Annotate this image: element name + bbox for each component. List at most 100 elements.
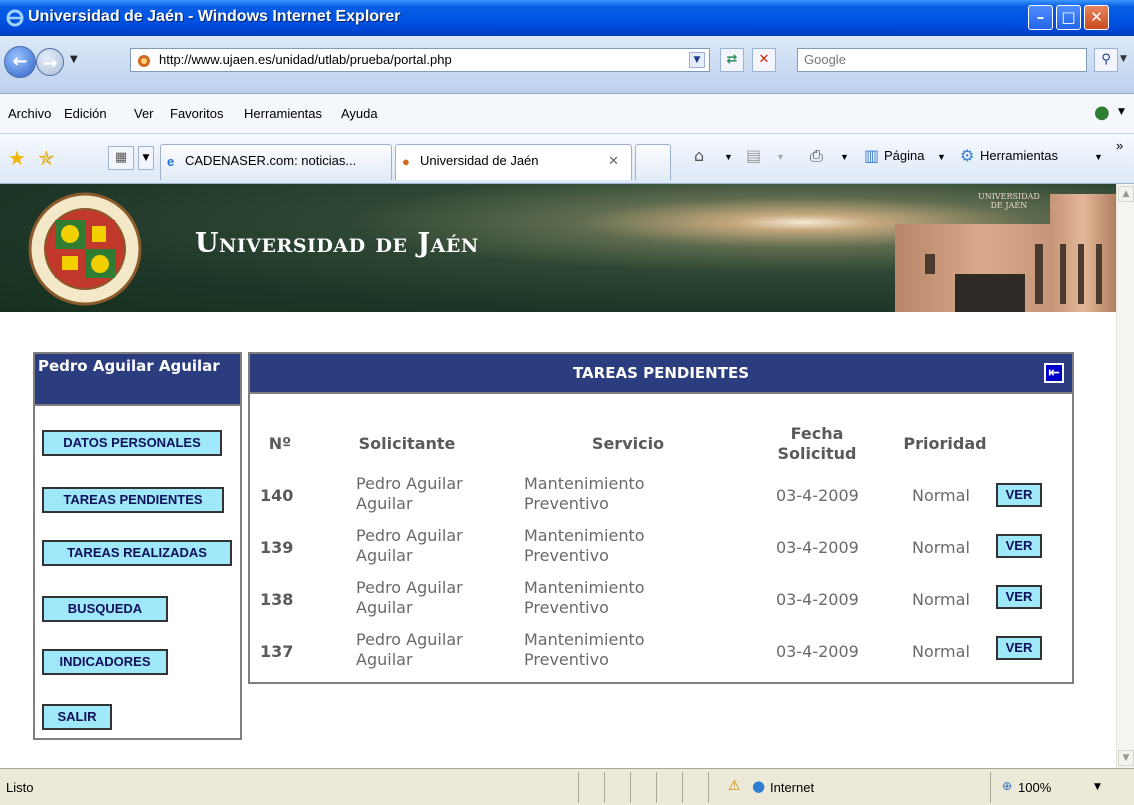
zoom-level[interactable]: 100% bbox=[1018, 780, 1051, 795]
address-toolbar: ← → ▼ http://www.ujaen.es/unidad/utlab/p… bbox=[0, 36, 1134, 94]
tools-gear-icon[interactable]: ⚙ bbox=[960, 146, 974, 165]
divider bbox=[682, 772, 683, 803]
add-favorites-icon[interactable]: ✯ bbox=[38, 146, 55, 170]
status-bar: Listo ⚠ ● Internet ⊕ 100% ▼ bbox=[0, 768, 1134, 805]
divider bbox=[35, 404, 240, 406]
minimize-button[interactable]: – bbox=[1028, 5, 1053, 30]
tab-toolbar: ★ ✯ ▦ ▼ e CADENASER.com: noticias... ● U… bbox=[0, 134, 1134, 184]
menu-edicion[interactable]: Edición bbox=[64, 106, 107, 121]
column-header-fecha: Fecha Solicitud bbox=[777, 424, 857, 463]
row-prioridad: Normal bbox=[912, 642, 970, 661]
zoom-dropdown-icon[interactable]: ▼ bbox=[1094, 782, 1101, 792]
datos-personales-button[interactable]: DATOS PERSONALES bbox=[42, 430, 222, 456]
site-favicon: ● bbox=[402, 154, 410, 169]
zoom-magnifier-icon: ⊕ bbox=[1002, 779, 1013, 793]
row-servicio: Mantenimiento Preventivo bbox=[524, 526, 645, 565]
indicadores-button[interactable]: INDICADORES bbox=[42, 649, 168, 675]
tab-universidad-jaen[interactable]: ● Universidad de Jaén ✕ bbox=[395, 144, 632, 180]
feeds-dropdown-icon[interactable]: ▼ bbox=[776, 152, 785, 162]
close-tab-icon[interactable]: ✕ bbox=[608, 153, 619, 169]
tab-label: Universidad de Jaén bbox=[420, 153, 539, 168]
search-icon[interactable]: ⚲ bbox=[1094, 48, 1118, 72]
security-zone-label: Internet bbox=[770, 780, 815, 795]
building-tower bbox=[1050, 194, 1116, 312]
busqueda-button[interactable]: BUSQUEDA bbox=[42, 596, 168, 622]
address-bar[interactable]: http://www.ujaen.es/unidad/utlab/prueba/… bbox=[130, 48, 710, 72]
quick-tabs-icon[interactable]: ▦ bbox=[108, 146, 134, 170]
stop-icon[interactable]: ✕ bbox=[752, 48, 776, 72]
page-dropdown-icon[interactable]: ▼ bbox=[937, 152, 946, 162]
feeds-icon[interactable]: ▤ bbox=[746, 146, 761, 165]
row-fecha: 03-4-2009 bbox=[776, 538, 859, 557]
addons-dropdown-icon[interactable]: ▼ bbox=[1118, 107, 1125, 117]
url-text[interactable]: http://www.ujaen.es/unidad/utlab/prueba/… bbox=[159, 52, 452, 67]
ver-button[interactable]: VER bbox=[996, 534, 1042, 558]
row-solicitante: Pedro Aguilar Aguilar bbox=[356, 578, 463, 617]
ver-button[interactable]: VER bbox=[996, 585, 1042, 609]
tareas-realizadas-button[interactable]: TAREAS REALIZADAS bbox=[42, 540, 232, 566]
ver-button[interactable]: VER bbox=[996, 636, 1042, 660]
divider bbox=[578, 772, 579, 803]
divider bbox=[630, 772, 631, 803]
row-prioridad: Normal bbox=[912, 486, 970, 505]
refresh-icon[interactable]: ⇄ bbox=[720, 48, 744, 72]
internet-explorer-icon bbox=[6, 9, 24, 27]
home-dropdown-icon[interactable]: ▼ bbox=[724, 152, 733, 162]
page-menu[interactable]: Página bbox=[884, 148, 924, 163]
tab-cadenaser[interactable]: e CADENASER.com: noticias... bbox=[160, 144, 392, 180]
window-title: Universidad de Jaén - Windows Internet E… bbox=[28, 8, 401, 25]
tools-menu[interactable]: Herramientas bbox=[980, 148, 1058, 163]
row-solicitante: Pedro Aguilar Aguilar bbox=[356, 630, 463, 669]
university-banner: Universidad de Jaén UNIVERSIDAD DE JAÉN bbox=[0, 184, 1116, 312]
address-dropdown-icon[interactable]: ▼ bbox=[689, 52, 705, 68]
divider bbox=[250, 392, 1072, 394]
tareas-pendientes-button[interactable]: TAREAS PENDIENTES bbox=[42, 487, 224, 513]
page-content: Universidad de Jaén UNIVERSIDAD DE JAÉN … bbox=[0, 184, 1116, 768]
menu-ayuda[interactable]: Ayuda bbox=[341, 106, 378, 121]
menu-bar: Archivo Edición Ver Favoritos Herramient… bbox=[0, 94, 1134, 134]
building-sign-text: UNIVERSIDAD DE JAÉN bbox=[978, 192, 1040, 210]
search-input[interactable]: Google bbox=[797, 48, 1087, 72]
sidebar-menu: Pedro Aguilar Aguilar DATOS PERSONALES T… bbox=[33, 352, 242, 740]
new-tab-button[interactable] bbox=[635, 144, 671, 180]
divider bbox=[604, 772, 605, 803]
favorites-center-icon[interactable]: ★ bbox=[8, 146, 26, 170]
row-solicitante: Pedro Aguilar Aguilar bbox=[356, 526, 463, 565]
forward-button[interactable]: → bbox=[36, 48, 64, 76]
toolbar-addons-icon[interactable]: ● bbox=[1094, 102, 1110, 123]
row-servicio: Mantenimiento Preventivo bbox=[524, 578, 645, 617]
page-icon[interactable]: ▥ bbox=[864, 146, 879, 165]
tab-list-dropdown-icon[interactable]: ▼ bbox=[138, 146, 154, 170]
row-fecha: 03-4-2009 bbox=[776, 642, 859, 661]
window-title-bar[interactable]: Universidad de Jaén - Windows Internet E… bbox=[0, 0, 1134, 36]
maximize-button[interactable]: □ bbox=[1056, 5, 1081, 30]
column-header-servicio: Servicio bbox=[591, 434, 665, 453]
home-icon[interactable]: ⌂ bbox=[694, 146, 704, 165]
print-icon[interactable]: ⎙ bbox=[810, 146, 823, 166]
menu-ver[interactable]: Ver bbox=[134, 106, 154, 121]
back-arrow-icon[interactable]: ⇤ bbox=[1044, 363, 1064, 383]
row-prioridad: Normal bbox=[912, 590, 970, 609]
university-name: Universidad de Jaén bbox=[195, 228, 479, 259]
back-button[interactable]: ← bbox=[4, 46, 36, 78]
recent-pages-dropdown-icon[interactable]: ▼ bbox=[70, 54, 78, 65]
popup-blocker-icon[interactable]: ⚠ bbox=[728, 778, 741, 794]
tasks-panel: TAREAS PENDIENTES ⇤ Nº Solicitante Servi… bbox=[248, 352, 1074, 684]
tools-dropdown-icon[interactable]: ▼ bbox=[1094, 152, 1103, 162]
scroll-down-icon[interactable]: ▼ bbox=[1118, 750, 1134, 766]
more-commands-chevron-icon[interactable]: » bbox=[1116, 138, 1123, 153]
vertical-scrollbar[interactable]: ▲ ▼ bbox=[1116, 184, 1134, 768]
column-header-prioridad: Prioridad bbox=[903, 434, 987, 453]
menu-favoritos[interactable]: Favoritos bbox=[170, 106, 223, 121]
print-dropdown-icon[interactable]: ▼ bbox=[840, 152, 849, 162]
scroll-up-icon[interactable]: ▲ bbox=[1118, 186, 1134, 202]
menu-archivo[interactable]: Archivo bbox=[8, 106, 51, 121]
user-name: Pedro Aguilar Aguilar bbox=[35, 354, 240, 404]
menu-herramientas[interactable]: Herramientas bbox=[244, 106, 322, 121]
search-options-dropdown-icon[interactable]: ▼ bbox=[1120, 54, 1127, 64]
row-num: 140 bbox=[260, 486, 294, 505]
divider bbox=[708, 772, 709, 803]
close-button[interactable]: ✕ bbox=[1084, 5, 1109, 30]
ver-button[interactable]: VER bbox=[996, 483, 1042, 507]
salir-button[interactable]: SALIR bbox=[42, 704, 112, 730]
